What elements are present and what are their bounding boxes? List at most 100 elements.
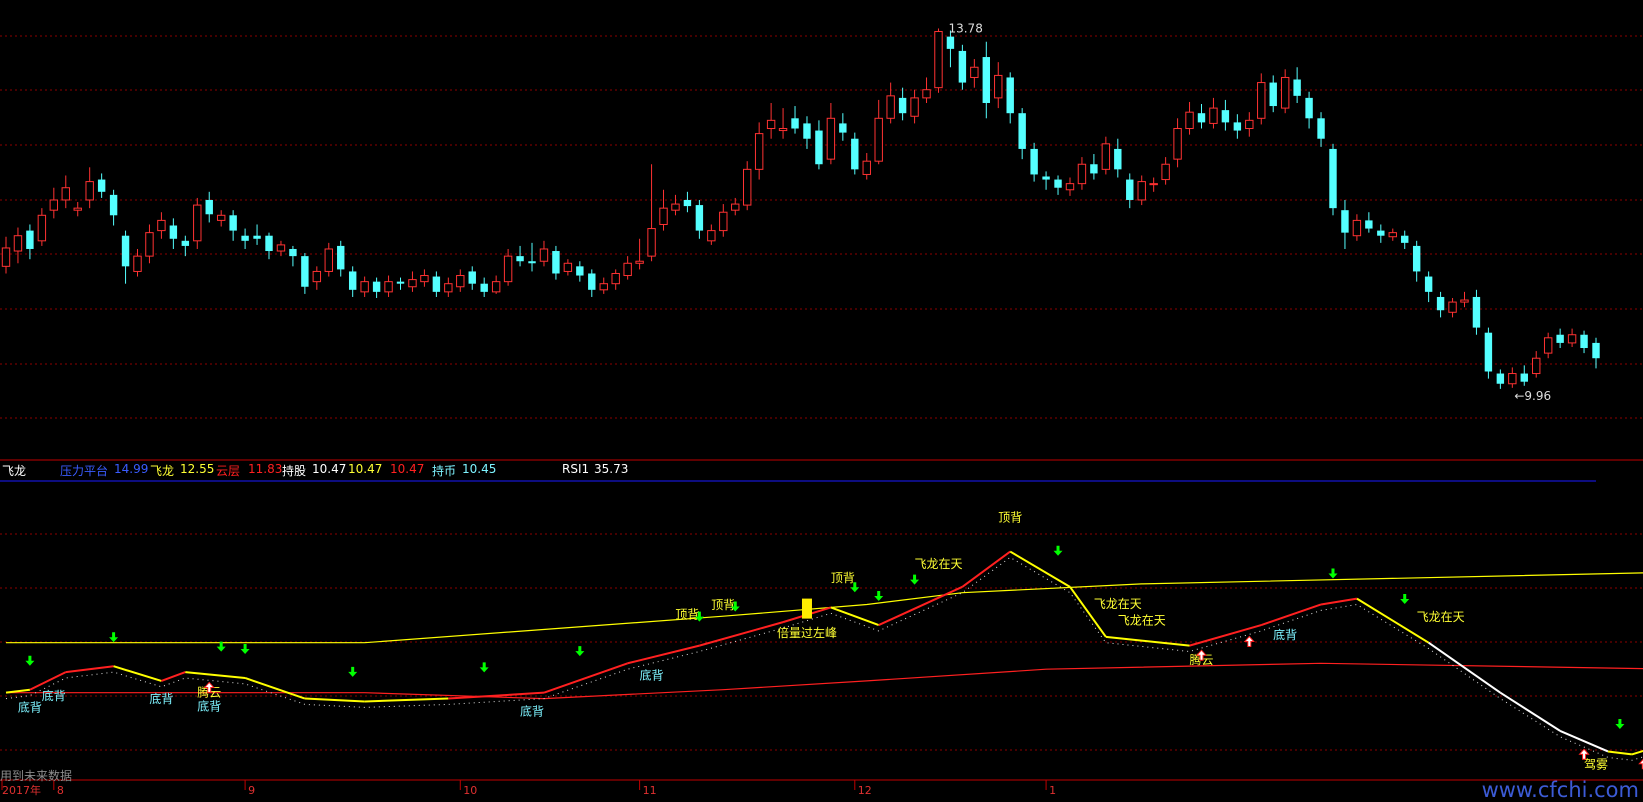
signal-markers: 底背底背底背腾云底背底背底背顶背顶背倍量过左峰顶背飞龙在天顶背飞龙在天飞龙在天腾… (18, 511, 1643, 771)
candle-body (1377, 230, 1385, 236)
candle-body (480, 283, 488, 292)
candle-body (253, 235, 261, 239)
candle-body (372, 281, 381, 292)
candle-body (791, 118, 799, 129)
candle-body (1197, 113, 1206, 123)
candle-body (695, 205, 704, 231)
main-line-segment (878, 585, 963, 626)
candle-body (420, 275, 429, 283)
candle-body (623, 262, 632, 277)
candle-body (49, 199, 59, 211)
signal-label: 驾雾 (1584, 757, 1608, 771)
candle-body (934, 31, 943, 89)
rsi-value: 35.73 (594, 462, 629, 476)
green-down-arrow (1400, 594, 1410, 604)
candle-body (1496, 373, 1505, 384)
candle-body (1305, 97, 1313, 119)
main-line-segment (1499, 691, 1561, 732)
main-line-segment (1559, 729, 1609, 753)
signal-label: 飞龙在天 (1094, 597, 1142, 611)
candle-body (384, 281, 393, 293)
candle-body (1065, 183, 1075, 191)
candle-body (1077, 163, 1087, 185)
candle-body (826, 117, 836, 160)
candle-body (324, 248, 333, 272)
candle-body (754, 133, 764, 170)
chibi-value: 10.45 (462, 462, 497, 476)
candle-body (1592, 342, 1600, 359)
candle-body (301, 256, 309, 287)
green-down-arrow (240, 643, 250, 654)
signal-label: 底背 (18, 700, 42, 715)
candle-body (13, 235, 23, 252)
candle-body (1101, 143, 1111, 170)
candle-body (647, 228, 656, 257)
candle-body (157, 219, 166, 232)
green-down-arrow (874, 591, 884, 602)
x-axis: 2017年 8 9 10 11 12 1 (1, 780, 1056, 797)
candle-body (432, 276, 441, 292)
candle-body (946, 36, 955, 49)
candle-body (360, 281, 369, 293)
red-up-arrow (1638, 758, 1643, 770)
candle-body (528, 261, 536, 264)
candle-body (635, 260, 644, 264)
candle-body (1460, 299, 1469, 303)
candle-body (1401, 235, 1409, 243)
candle-body (26, 230, 34, 249)
main-line-segment (244, 677, 306, 700)
candle-body (37, 214, 47, 242)
candle-body (742, 168, 752, 206)
green-down-arrow (910, 574, 920, 585)
chigu-value: 10.47 (312, 462, 347, 476)
candle-body (588, 273, 596, 290)
signal-label: 顶背 (675, 608, 699, 622)
candle-body (133, 255, 142, 272)
main-line-segment (1069, 586, 1107, 638)
main-line-segment (961, 550, 1011, 588)
main-line-segment (1428, 641, 1501, 694)
candle-body (958, 50, 967, 83)
candle-body (456, 275, 465, 288)
indicator-lines (5, 550, 1643, 761)
candle-body (61, 187, 70, 201)
signal-label: 倍量过左峰 (777, 625, 837, 640)
candle-body (516, 256, 524, 262)
candle-body (1221, 110, 1230, 123)
candle-body (1042, 176, 1050, 180)
candle-body (1, 247, 11, 267)
candle-body (1114, 148, 1122, 170)
candle-body (1006, 77, 1014, 114)
x-tick-label: 10 (463, 784, 477, 797)
candle-body (851, 138, 859, 170)
signal-label: 飞龙在天 (914, 557, 962, 571)
candle-body (1484, 332, 1493, 372)
candle-body (1280, 76, 1290, 109)
candle-body (1388, 232, 1397, 238)
candle-body (659, 207, 668, 225)
candle-body (1293, 79, 1301, 96)
candle-body (970, 66, 979, 78)
candle-body (468, 271, 476, 284)
candle-body (97, 179, 106, 192)
candle-body (671, 203, 680, 211)
pressure-label: 压力平台 (60, 464, 109, 478)
candle-body (599, 283, 608, 291)
candle-body (552, 251, 560, 274)
candle-body (169, 225, 178, 239)
candle-body (803, 123, 811, 139)
candle-body (1543, 337, 1553, 354)
x-tick-label: 9 (248, 784, 255, 797)
signal-label: 底背 (197, 698, 221, 713)
candle-body (1269, 82, 1277, 107)
green-down-arrow (1615, 718, 1625, 729)
main-line-segment (304, 697, 365, 703)
candle-body (1448, 301, 1457, 313)
yunceng-value: 11.83 (248, 462, 283, 476)
candle-body (731, 203, 740, 211)
signal-label: 底背 (149, 691, 173, 706)
candle-body (1365, 220, 1373, 229)
green-down-arrow (1328, 568, 1338, 579)
candle-body (815, 130, 823, 165)
main-line-segment (364, 697, 449, 703)
